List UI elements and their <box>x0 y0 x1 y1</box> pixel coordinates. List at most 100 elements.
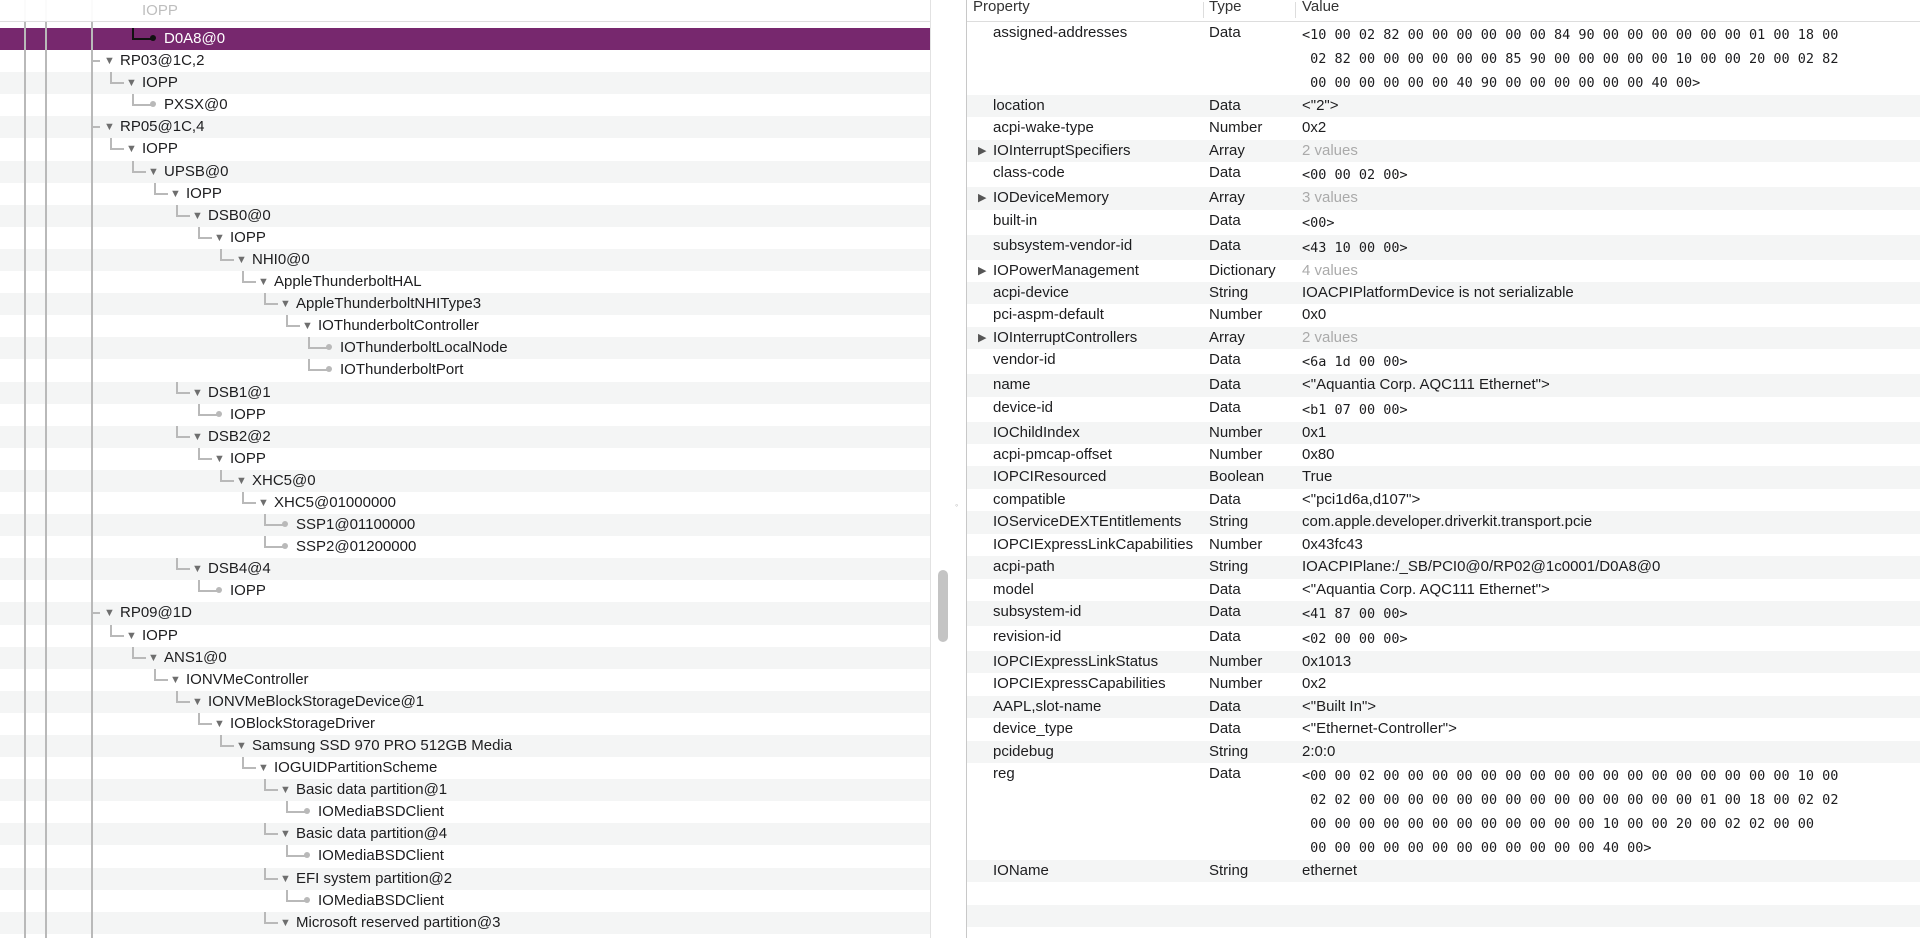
disclosure-triangle-icon[interactable]: ▼ <box>192 426 203 448</box>
tree-row[interactable]: ▼ IONVMeController <box>0 668 930 691</box>
tree-row[interactable]: ▼ Microsoft reserved partition@3 <box>0 911 930 934</box>
property-row[interactable]: assigned-addresses Data <10 00 02 82 00 00… <box>967 22 1920 95</box>
disclosure-triangle-icon[interactable]: ▼ <box>280 912 291 934</box>
tree-row[interactable]: ▼ DSB0@0 <box>0 204 930 227</box>
tree-row[interactable]: ▼ IOBlockStorageDriver <box>0 712 930 735</box>
disclosure-triangle-icon[interactable]: ▼ <box>280 779 291 801</box>
property-row[interactable]: vendor-id Data <6a 1d 00 00> <box>967 349 1920 374</box>
property-row[interactable]: compatible Data <"pci1d6a,d107"> <box>967 489 1920 511</box>
disclosure-triangle-icon[interactable]: ▼ <box>148 647 159 669</box>
tree-row[interactable]: ▼ AppleThunderboltNHIType3 <box>0 293 930 316</box>
disclosure-triangle-icon[interactable]: ▼ <box>170 669 181 691</box>
disclosure-triangle-icon[interactable]: ▼ <box>280 868 291 890</box>
property-row[interactable]: AAPL,slot-name Data <"Built In"> <box>967 695 1920 719</box>
tree-row[interactable]: ▼ Basic data partition@1 <box>0 779 930 802</box>
tree-row[interactable]: ▼ IOGUIDPartitionScheme <box>0 757 930 779</box>
tree-row[interactable]: IOMediaBSDClient <box>0 889 930 912</box>
disclosure-triangle-icon[interactable]: ▼ <box>148 161 159 183</box>
tree-row[interactable]: PXSX@0 <box>0 94 930 116</box>
property-row[interactable]: IOPCIExpressCapabilities Number 0x2 <box>967 673 1920 695</box>
splitter-grip-icon[interactable]: ◦ <box>955 500 958 510</box>
disclosure-triangle-icon[interactable]: ▶ <box>978 327 986 349</box>
tree-row[interactable]: IOPP <box>0 403 930 426</box>
disclosure-triangle-icon[interactable]: ▼ <box>258 492 269 514</box>
property-row[interactable]: subsystem-id Data <41 87 00 00> <box>967 600 1920 626</box>
property-row[interactable]: acpi-path String IOACPIPlane:/_SB/PCI0@0/R… <box>967 556 1920 579</box>
column-header-value[interactable]: Value <box>1302 0 1339 14</box>
tree-row[interactable]: ▼ IOPP <box>0 624 930 647</box>
tree-row[interactable]: ▼ RP03@1C,2 <box>0 50 930 72</box>
tree-row[interactable]: ▼ IONVMeBlockStorageDevice@1 <box>0 690 930 713</box>
tree-row[interactable]: SSP1@01100000 <box>0 514 930 537</box>
tree-row[interactable]: ▼ UPSB@0 <box>0 160 930 183</box>
property-row[interactable]: IOPCIExpressLinkCapabilities Number 0x43fc… <box>967 534 1920 556</box>
disclosure-triangle-icon[interactable]: ▼ <box>192 382 203 404</box>
tree-row[interactable]: ▼ ANS1@0 <box>0 646 930 669</box>
property-row[interactable]: class-code Data <00 00 02 00> <box>967 162 1920 187</box>
property-row[interactable]: reg Data <00 00 02 00 00 00 00 00 00 00 00… <box>967 763 1920 860</box>
property-row[interactable]: acpi-device String IOACPIPlatformDevice is… <box>967 282 1920 305</box>
property-row[interactable]: pci-aspm-default Number 0x0 <box>967 304 1920 326</box>
property-row[interactable]: acpi-pmcap-offset Number 0x80 <box>967 444 1920 466</box>
disclosure-triangle-icon[interactable]: ▼ <box>214 448 225 470</box>
disclosure-triangle-icon[interactable]: ▼ <box>258 271 269 293</box>
tree-row[interactable]: ▼ IOThunderboltController <box>0 315 930 337</box>
tree-row[interactable]: ▼ Samsung SSD 970 PRO 512GB Media <box>0 735 930 758</box>
disclosure-triangle-icon[interactable]: ▼ <box>280 293 291 315</box>
tree-row[interactable]: ▼ IOPP <box>0 72 930 95</box>
disclosure-triangle-icon[interactable]: ▶ <box>978 260 986 282</box>
disclosure-triangle-icon[interactable]: ▼ <box>104 50 115 72</box>
disclosure-triangle-icon[interactable]: ▼ <box>236 735 247 757</box>
disclosure-triangle-icon[interactable]: ▼ <box>104 602 115 624</box>
tree-row[interactable]: ▼ DSB1@1 <box>0 381 930 404</box>
property-row[interactable]: device-id Data <b1 07 00 00> <box>967 397 1920 422</box>
tree-row[interactable]: ▼ EFI system partition@2 <box>0 867 930 890</box>
disclosure-triangle-icon[interactable]: ▼ <box>126 138 137 160</box>
tree-scrollbar-thumb[interactable] <box>938 570 948 642</box>
column-separator[interactable] <box>1203 2 1204 18</box>
property-row[interactable]: location Data <"2"> <box>967 95 1920 118</box>
disclosure-triangle-icon[interactable]: ▼ <box>126 625 137 647</box>
tree-row[interactable]: ▼ IOPP <box>0 182 930 205</box>
tree-row[interactable]: IOMediaBSDClient <box>0 801 930 823</box>
tree-row[interactable]: ▼ NHI0@0 <box>0 248 930 272</box>
property-row[interactable]: name Data <"Aquantia Corp. AQC111 Ethernet… <box>967 374 1920 397</box>
disclosure-triangle-icon[interactable]: ▼ <box>192 691 203 713</box>
column-header-type[interactable]: Type <box>1209 0 1242 14</box>
disclosure-triangle-icon[interactable]: ▼ <box>258 757 269 779</box>
disclosure-triangle-icon[interactable]: ▼ <box>192 558 203 580</box>
property-row[interactable]: ▶ IOPowerManagement Dictionary 4 values <box>967 260 1920 282</box>
property-row[interactable]: device_type Data <"Ethernet-Controller"> <box>967 718 1920 740</box>
tree-row[interactable]: ▼ XHC5@0 <box>0 469 930 492</box>
device-tree[interactable]: D0A8@0 ▼ RP03@1C,2 ▼ IOPP PXSX@0 ▼ RP05@1C,4 ▼ IO… <box>0 28 930 934</box>
property-row[interactable]: IOChildIndex Number 0x1 <box>967 421 1920 445</box>
tree-row[interactable]: ▼ IOPP <box>0 447 930 470</box>
tree-row[interactable]: IOThunderboltLocalNode <box>0 337 930 360</box>
property-row[interactable]: IOPCIExpressLinkStatus Number 0x1013 <box>967 650 1920 674</box>
property-row[interactable]: ▶ IOInterruptSpecifiers Array 2 values <box>967 139 1920 163</box>
property-row[interactable]: pcidebug String 2:0:0 <box>967 740 1920 763</box>
property-row[interactable]: IOPCIResourced Boolean True <box>967 466 1920 489</box>
disclosure-triangle-icon[interactable]: ▼ <box>214 713 225 735</box>
property-row[interactable]: revision-id Data <02 00 00 00> <box>967 626 1920 651</box>
property-row[interactable]: IOName String ethernet <box>967 859 1920 883</box>
property-row[interactable]: model Data <"Aquantia Corp. AQC111 Etherne… <box>967 579 1920 601</box>
pane-splitter[interactable]: ◦ <box>930 0 967 938</box>
disclosure-triangle-icon[interactable]: ▶ <box>978 140 986 162</box>
tree-row[interactable]: SSP2@01200000 <box>0 536 930 558</box>
property-row[interactable]: ▶ IOInterruptControllers Array 2 values <box>967 326 1920 350</box>
disclosure-triangle-icon[interactable]: ▼ <box>236 470 247 492</box>
disclosure-triangle-icon[interactable]: ▼ <box>126 72 137 94</box>
property-row[interactable]: subsystem-vendor-id Data <43 10 00 00> <box>967 234 1920 260</box>
tree-row[interactable]: ▼ RP05@1C,4 <box>0 116 930 139</box>
tree-row[interactable]: ▼ XHC5@01000000 <box>0 491 930 514</box>
tree-row[interactable]: ▼ DSB4@4 <box>0 558 930 581</box>
tree-row[interactable]: D0A8@0 <box>0 28 930 51</box>
tree-row[interactable]: ▼ AppleThunderboltHAL <box>0 271 930 293</box>
property-row[interactable]: IOServiceDEXTEntitlements String com.apple… <box>967 511 1920 534</box>
column-separator[interactable] <box>1295 2 1296 18</box>
tree-row[interactable]: IOPP <box>0 580 930 602</box>
tree-row[interactable]: IOThunderboltPort <box>0 359 930 381</box>
tree-row[interactable]: ▼ IOPP <box>0 138 930 160</box>
tree-row[interactable]: ▼ DSB2@2 <box>0 425 930 448</box>
